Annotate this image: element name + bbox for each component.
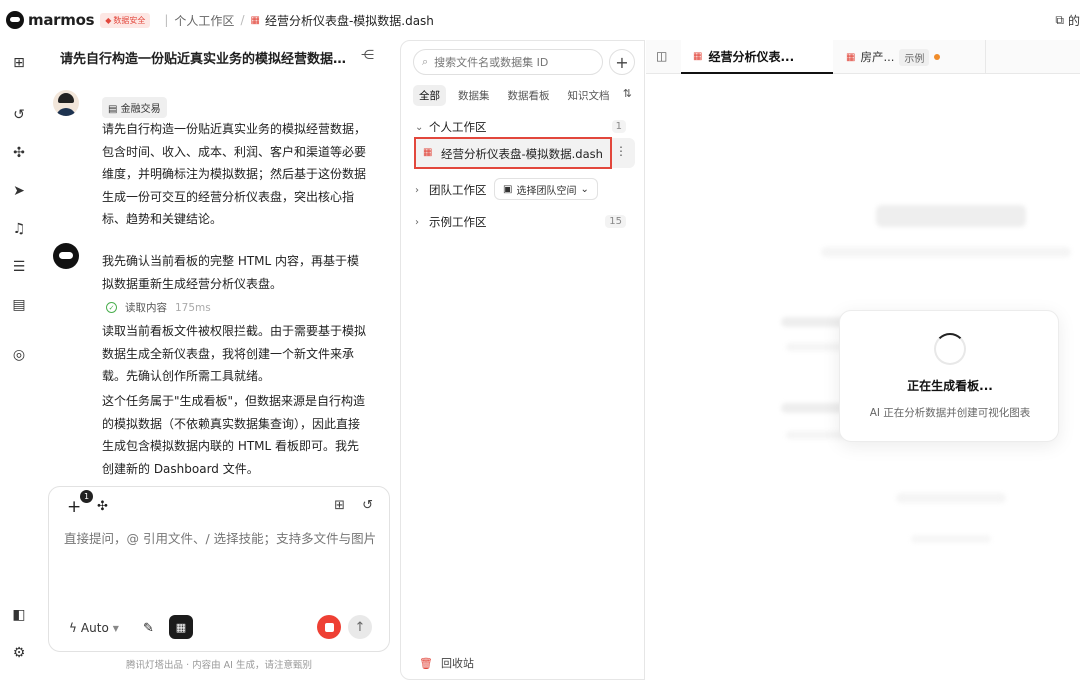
left-rail: ⊞ ↺ ✣ ➤ ♫ ☰ ▤ ◎ ◧ ⚙ (0, 40, 38, 684)
folder-count: 1 (611, 120, 626, 133)
space-icon: ▣ (503, 183, 513, 195)
tab-realestate-example[interactable]: ▦ 房产... 示例 (834, 40, 986, 74)
breadcrumb-current-file: ▦ 经营分析仪表盘-模拟数据.dash (250, 13, 434, 28)
sort-icon[interactable]: ⇅ (623, 87, 632, 100)
example-badge: 示例 (899, 48, 930, 66)
dashboard-mode-button[interactable]: ▦ (169, 615, 193, 639)
share-icon[interactable]: ⋲ (361, 48, 374, 63)
filter-tab-dashboards[interactable]: 数据看板 (502, 85, 556, 106)
blurred-title (876, 205, 1026, 227)
dashboard-file-icon: ▦ (693, 50, 703, 62)
mode-selector[interactable]: ϟ Auto ▼ (69, 621, 119, 635)
send-icon[interactable]: ➤ (10, 182, 28, 200)
layout-icon[interactable]: ⧉ (1055, 13, 1064, 28)
database-icon[interactable]: ☰ (10, 258, 28, 276)
footnote: 腾讯灯塔出品 · 内容由 AI 生成，请注意甄别 (126, 660, 312, 671)
editor-tab-bar: ◫ ▦ 经营分析仪表... ▦ 房产... 示例 (646, 40, 1080, 74)
dashboard-icon: ▦ (175, 620, 187, 634)
user-avatar (53, 90, 79, 116)
arrow-up-icon: ↑ (354, 619, 366, 635)
table-icon: ▤ (108, 104, 121, 115)
chevron-down-icon: ⌄ (580, 183, 589, 195)
attach-count-badge: 1 (80, 490, 93, 503)
blurred-subtitle (821, 247, 1071, 257)
file-highlight-box (414, 137, 612, 169)
folder-examples[interactable]: › 示例工作区 (415, 214, 487, 230)
history-icon[interactable]: ↺ (362, 498, 373, 513)
dashboard-file-icon: ▦ (250, 14, 260, 26)
folder-personal[interactable]: ⌄ 个人工作区 (415, 119, 487, 135)
folder-count: 15 (605, 215, 626, 228)
top-bar: marmos ◆ 数据安全 | 个人工作区 / ▦ 经营分析仪表盘-模拟数据.d… (0, 0, 1080, 40)
chat-panel: 请先自行构造一份贴近真实业务的模拟经营数据，... ⋲ ▤ 金融交易 请先自行构… (40, 40, 398, 684)
send-button[interactable]: ↑ (348, 615, 372, 639)
add-file-button[interactable]: + (609, 49, 635, 75)
breadcrumb: | 个人工作区 / ▦ 经营分析仪表盘-模拟数据.dash (164, 12, 434, 29)
security-badge: ◆ 数据安全 (100, 12, 151, 28)
tool-call[interactable]: ✓ 读取内容 175ms (106, 300, 211, 315)
file-search-input[interactable] (434, 55, 585, 69)
file-search[interactable]: ⌕ (413, 49, 603, 75)
history-icon[interactable]: ↺ (10, 106, 28, 124)
unsaved-dot (934, 54, 941, 60)
bulb-icon[interactable]: ✎ (143, 621, 154, 636)
chat-input[interactable] (64, 531, 379, 546)
check-icon: ✓ (106, 302, 117, 313)
tab-dashboard[interactable]: ▦ 经营分析仪表... (681, 40, 833, 74)
chat-title: 请先自行构造一份贴近真实业务的模拟经营数据，... (60, 52, 355, 67)
recycle-bin[interactable]: 🗑 回收站 (419, 655, 474, 671)
panel-toggle-icon[interactable]: ◫ (656, 49, 667, 63)
compass-icon[interactable]: ◎ (10, 346, 28, 364)
new-chat-icon[interactable]: ⊞ (10, 54, 28, 72)
dashboard-file-icon: ▦ (846, 51, 856, 63)
settings-icon[interactable]: ⚙ (10, 644, 28, 662)
team-space-select[interactable]: ▣ 选择团队空间 ⌄ (494, 178, 598, 200)
more-icon[interactable]: ⋮ (615, 144, 627, 158)
assistant-avatar (53, 243, 79, 269)
file-explorer: ⌕ + 全部 数据集 数据看板 知识文档 ⇅ ⌄ 个人工作区 1 ▦ 经营分析仪… (400, 40, 645, 680)
marmos-logo-icon (6, 11, 24, 29)
filter-tab-datasets[interactable]: 数据集 (452, 85, 496, 106)
file-filter-tabs: 全部 数据集 数据看板 知识文档 (413, 85, 637, 106)
assistant-message-3: 这个任务属于"生成看板"，但数据来源是自行构造的模拟数据（不依赖真实数据集查询）… (102, 394, 366, 476)
plugin-icon[interactable]: ✣ (10, 144, 28, 162)
chevron-right-icon: › (415, 184, 419, 196)
search-icon: ⌕ (422, 55, 429, 68)
shield-icon: ◆ (105, 15, 112, 25)
chevron-right-icon: › (415, 216, 419, 228)
app-name: marmos (28, 11, 95, 29)
sidebar-toggle-icon[interactable]: ◧ (10, 606, 28, 624)
lightning-icon: ϟ (69, 621, 77, 635)
trash-icon: 🗑 (419, 656, 433, 670)
blurred-block (786, 431, 846, 439)
user-message: 请先自行构造一份贴近真实业务的模拟经营数据，包含时间、收入、成本、利润、客户和渠… (102, 122, 367, 226)
filter-tab-docs[interactable]: 知识文档 (562, 85, 616, 106)
generating-subtitle: AI 正在分析数据并创建可视化图表 (869, 407, 1031, 419)
stop-button[interactable] (317, 615, 341, 639)
composer: + 1 ✣ ⊞ ↺ ϟ Auto ▼ ✎ ▦ ↑ (48, 486, 390, 652)
chevron-down-icon: ⌄ (415, 121, 424, 133)
bell-icon[interactable]: ♫ (10, 220, 28, 238)
blurred-block (911, 535, 991, 543)
chevron-down-icon: ▼ (112, 623, 119, 633)
assistant-message-2: 读取当前看板文件被权限拦截。由于需要基于模拟数据生成全新仪表盘，我将创建一个新文… (102, 324, 367, 383)
filter-tab-all[interactable]: 全部 (413, 85, 446, 106)
attach-plus-icon[interactable]: + (67, 497, 81, 517)
blurred-block (786, 343, 846, 351)
generating-card: 正在生成看板... AI 正在分析数据并创建可视化图表 (839, 310, 1059, 442)
spinner-icon (934, 333, 966, 365)
dashboard-icon[interactable]: ▤ (10, 296, 28, 314)
breadcrumb-workspace[interactable]: 个人工作区 (174, 12, 234, 29)
top-right-actions[interactable]: ⧉ 的 (1055, 12, 1080, 29)
folder-team[interactable]: › 团队工作区 (415, 182, 487, 198)
assistant-message-1: 我先确认当前看板的完整 HTML 内容，再基于模拟数据重新生成经营分析仪表盘。 (102, 254, 360, 291)
user-tag: ▤ 金融交易 (102, 97, 167, 118)
skill-icon[interactable]: ✣ (97, 499, 108, 514)
generating-title: 正在生成看板... (907, 379, 993, 393)
blurred-block (896, 493, 1006, 503)
app-logo[interactable]: marmos (6, 11, 95, 29)
new-chat-icon[interactable]: ⊞ (334, 498, 345, 513)
